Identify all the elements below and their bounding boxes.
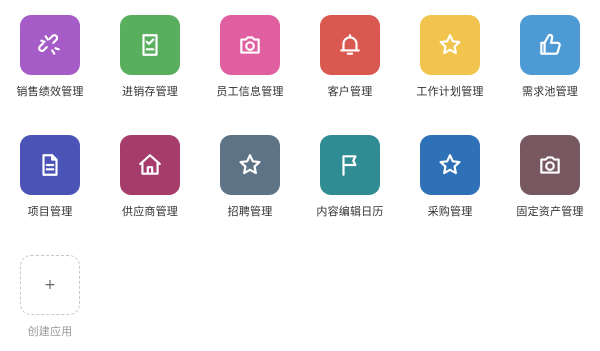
app-tile[interactable]	[220, 15, 280, 75]
app-employee-info[interactable]: 员工信息管理	[200, 15, 300, 105]
app-supplier[interactable]: 供应商管理	[100, 135, 200, 225]
app-tile[interactable]	[320, 15, 380, 75]
create-app-label: 创建应用	[27, 325, 73, 338]
plus-icon: +	[44, 277, 56, 293]
checklist-icon	[137, 32, 163, 58]
flag-icon	[337, 152, 363, 178]
app-grid: 销售绩效管理 进销存管理 员工信息管理 客户管理 工作计划管理 需求池管理 项目…	[0, 0, 600, 351]
app-tile[interactable]	[520, 15, 580, 75]
app-label: 工作计划管理	[416, 85, 484, 98]
camera-icon	[237, 32, 263, 58]
thumbs-up-icon	[537, 32, 563, 58]
app-label: 进销存管理	[122, 85, 178, 98]
app-label: 招聘管理	[227, 205, 273, 218]
app-tile[interactable]	[20, 15, 80, 75]
app-label: 需求池管理	[522, 85, 578, 98]
broken-link-icon	[37, 32, 63, 58]
app-requirement-pool[interactable]: 需求池管理	[500, 15, 600, 105]
app-project[interactable]: 项目管理	[0, 135, 100, 225]
app-tile[interactable]	[220, 135, 280, 195]
app-tile[interactable]	[420, 15, 480, 75]
app-customer[interactable]: 客户管理	[300, 15, 400, 105]
app-tile[interactable]	[520, 135, 580, 195]
app-tile[interactable]	[120, 15, 180, 75]
star-icon	[437, 32, 463, 58]
app-label: 采购管理	[427, 205, 473, 218]
document-icon	[37, 152, 63, 178]
app-sales-performance[interactable]: 销售绩效管理	[0, 15, 100, 105]
app-work-plan[interactable]: 工作计划管理	[400, 15, 500, 105]
app-label: 固定资产管理	[516, 205, 584, 218]
camera-icon	[537, 152, 563, 178]
app-label: 客户管理	[327, 85, 373, 98]
app-label: 销售绩效管理	[16, 85, 84, 98]
app-tile[interactable]	[420, 135, 480, 195]
app-procurement[interactable]: 采购管理	[400, 135, 500, 225]
app-inventory[interactable]: 进销存管理	[100, 15, 200, 105]
app-content-calendar[interactable]: 内容编辑日历	[300, 135, 400, 225]
star-icon	[237, 152, 263, 178]
app-fixed-assets[interactable]: 固定资产管理	[500, 135, 600, 225]
app-label: 项目管理	[27, 205, 73, 218]
app-recruitment[interactable]: 招聘管理	[200, 135, 300, 225]
app-tile[interactable]	[20, 135, 80, 195]
app-label: 内容编辑日历	[316, 205, 384, 218]
app-tile[interactable]	[120, 135, 180, 195]
bell-icon	[337, 32, 363, 58]
star-icon	[437, 152, 463, 178]
create-app-button[interactable]: + 创建应用	[0, 255, 100, 345]
create-app-tile[interactable]: +	[20, 255, 80, 315]
app-label: 供应商管理	[122, 205, 178, 218]
app-label: 员工信息管理	[216, 85, 284, 98]
app-tile[interactable]	[320, 135, 380, 195]
home-icon	[137, 152, 163, 178]
